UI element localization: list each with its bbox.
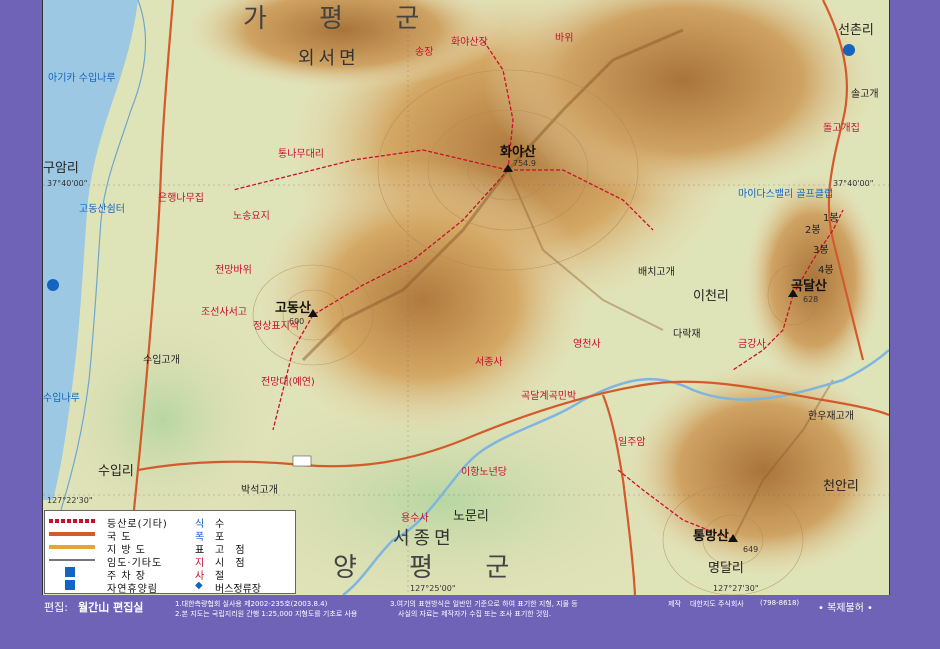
local-road-swatch <box>49 545 95 549</box>
peak-hwaya: 화야산 <box>500 145 536 160</box>
bong-2: 2봉 <box>805 225 821 236</box>
place-gokdal-minbak: 곡달계곡민박 <box>521 391 577 402</box>
coord-lon-1: 127°22'30" <box>47 496 93 505</box>
district-label-nw: 외서면 <box>298 48 360 69</box>
pass-darak: 다락재 <box>673 329 701 340</box>
village-icheon: 이천리 <box>693 289 729 304</box>
district-label-s: 서종면 <box>393 528 455 549</box>
legend-row-forest-road: 임도·기타도 지 시 점 <box>45 554 295 569</box>
place-nosong: 노송요지 <box>233 211 270 222</box>
place-yongsusa: 용수사 <box>401 513 429 524</box>
place-hwayasanjang: 화야산장 <box>451 37 488 48</box>
peak-gokdal-elev: 628 <box>803 295 819 304</box>
bus-stop-icon: ◆ <box>195 580 203 591</box>
legend-row-national-road: 국 도 폭 포 <box>45 528 295 543</box>
region-label-top: 가 평 군 <box>243 4 442 34</box>
bong-1: 1봉 <box>823 213 839 224</box>
place-godong-shelter: 고동산쉼터 <box>79 204 125 215</box>
pass-bakseok: 박석고개 <box>241 485 278 496</box>
village-suip: 수입리 <box>98 464 134 479</box>
place-ihang: 이항노년당 <box>461 467 507 478</box>
pass-baechi: 배치고개 <box>638 267 675 278</box>
legend-row-parking: 주 차 장 사 절 <box>45 567 295 582</box>
place-seojongsa: 서종사 <box>475 357 503 368</box>
peak-tongbang: 통방산 <box>693 529 729 544</box>
place-geumgangsa: 금강사 <box>738 339 766 350</box>
footer-note-3: 3.여기의 표현방식은 일반인 기준으로 하여 표기한 지형, 지물 등 <box>390 600 578 608</box>
coord-lat-left: 37°40'00" <box>47 179 88 188</box>
footer-copyright: • 복제불허 • <box>818 603 873 614</box>
village-guam: 구암리 <box>43 161 79 176</box>
map-footer: 편집: 월간山 편집실 1.대한측량협회 실사용 제2002-235호(2003… <box>0 595 940 649</box>
place-suip-naru: 수입나루 <box>43 393 80 404</box>
forest-icon <box>65 580 75 590</box>
village-cheonan: 천안리 <box>823 479 859 494</box>
place-jeonmangdae: 전망대(예연) <box>261 377 315 388</box>
village-seonchon: 선촌리 <box>838 23 874 38</box>
peak-gokdal: 곡달산 <box>791 279 827 294</box>
place-jeongsang: 정상표지석 <box>253 321 299 332</box>
legend-row-local-road: 지 방 도 표 고 점 <box>45 541 295 556</box>
coord-lon-2: 127°25'00" <box>410 584 456 593</box>
place-joseon: 조선사서고 <box>201 307 247 318</box>
parking-icon <box>65 567 75 577</box>
peak-godong: 고동산 <box>275 301 311 316</box>
footer-maker: 대한지도 주식회사 <box>690 600 744 608</box>
map-legend: 등산로(기타) 식 수 국 도 폭 포 지 방 도 표 고 점 임도·기타도 지… <box>44 510 296 595</box>
region-label-bottom: 양 평 군 <box>333 553 532 583</box>
map-frame: 가 평 군 외서면 양 평 군 서종면 화야산 754.9 고동산 600 곡달… <box>0 0 940 649</box>
trail-swatch <box>49 519 95 523</box>
topographic-map: 가 평 군 외서면 양 평 군 서종면 화야산 754.9 고동산 600 곡달… <box>42 0 890 595</box>
coord-lat-right: 37°40'00" <box>833 179 874 188</box>
footer-edit-label: 편집: <box>44 601 68 614</box>
place-jeonmang: 전망바위 <box>215 265 252 276</box>
legend-row-trail: 등산로(기타) 식 수 <box>45 515 295 530</box>
place-midas-golf: 마이다스밸리 골프클럽 <box>738 189 834 200</box>
pass-hanu: 한우재고개 <box>808 411 854 422</box>
footer-maker-label: 제작 <box>668 600 681 608</box>
village-nomun: 노문리 <box>453 509 489 524</box>
village-myeongdal: 명달리 <box>708 561 744 576</box>
footer-note-4: 사실의 자료는 제작자가 수집 또는 조사 표기한 것임. <box>398 610 552 618</box>
footer-brand: 월간山 편집실 <box>78 601 144 614</box>
forest-road-swatch <box>49 559 95 561</box>
footer-note-1: 1.대한측량협회 실사용 제2002-235호(2003.8.4) <box>175 600 328 608</box>
place-daeseong-resort: 아기카 수입나루 <box>48 73 116 84</box>
place-eunhaeng: 은행나무집 <box>158 193 204 204</box>
footer-tel: (798-8618) <box>760 599 800 607</box>
pass-suip: 수입고개 <box>143 355 180 366</box>
pass-sol: 솔고개 <box>851 89 879 100</box>
place-iljuam: 일주암 <box>618 437 646 448</box>
footer-note-2: 2.본 지도는 국립지리원 간행 1:25,000 지형도를 기초로 사용 <box>175 610 358 618</box>
terrain-svg <box>43 0 889 595</box>
place-tongnamu: 통나무대리 <box>278 149 324 160</box>
bong-4: 4봉 <box>818 265 834 276</box>
peak-hwaya-elev: 754.9 <box>513 159 536 168</box>
place-dolgogae: 돌고개집 <box>823 123 860 134</box>
coord-lon-3: 127°27'30" <box>713 584 759 593</box>
bong-3: 3봉 <box>813 245 829 256</box>
peak-tongbang-elev: 649 <box>743 545 759 554</box>
place-yeongcheonsa: 영천사 <box>573 339 601 350</box>
place-songjang: 송장 <box>415 47 434 58</box>
legend-row-forest: 자연휴양림 ◆ 버스정류장 <box>45 580 295 595</box>
national-road-swatch <box>49 532 95 536</box>
place-bawi: 바위 <box>555 33 574 44</box>
